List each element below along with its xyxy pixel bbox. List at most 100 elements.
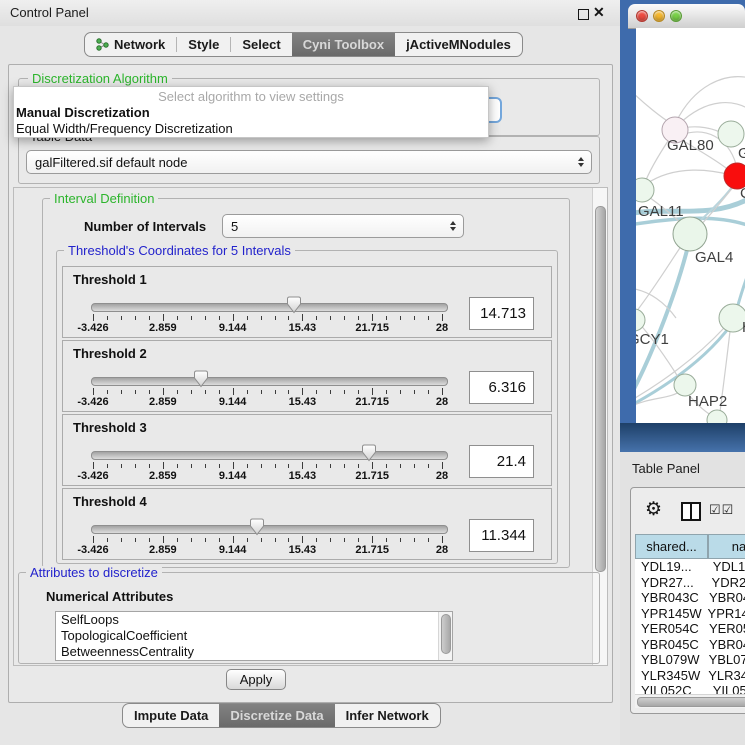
close-icon[interactable]: ✕ xyxy=(593,4,605,21)
table-body[interactable]: YDL19...YDL19...YDR27...YDR27...YBR043CY… xyxy=(635,559,745,694)
table-data-combobox[interactable]: galFiltered.sif default node xyxy=(26,150,592,174)
threshold-value-field[interactable]: 21.4 xyxy=(469,445,534,478)
tab-infer-network[interactable]: Infer Network xyxy=(335,704,440,727)
network-edge[interactable] xyxy=(684,127,720,132)
column-header-shared-name[interactable]: shared... xyxy=(635,534,708,559)
table-row[interactable]: YPR145WYPR145W xyxy=(635,606,745,622)
network-edge[interactable] xyxy=(676,77,745,122)
table-row[interactable]: YER054CYER054C xyxy=(635,621,745,637)
numerical-attributes-list[interactable]: SelfLoopsTopologicalCoefficientBetweenne… xyxy=(55,611,453,661)
cell-shared-name[interactable]: YDR27... xyxy=(635,575,708,591)
table-row[interactable]: YLR345WYLR345W xyxy=(635,668,745,684)
slider-tick xyxy=(107,316,108,320)
slider-track[interactable] xyxy=(91,377,448,386)
tab-impute-data[interactable]: Impute Data xyxy=(123,704,219,727)
cell-shared-name[interactable]: YLR345W xyxy=(635,668,704,684)
minimize-traffic-light[interactable] xyxy=(653,10,665,22)
network-node[interactable] xyxy=(707,410,727,423)
zoom-traffic-light[interactable] xyxy=(670,10,682,22)
network-canvas[interactable]: GAL80GACGAL11GAL4GCY1HHAP2 xyxy=(636,28,745,423)
cell-name[interactable]: YLR345W xyxy=(704,668,745,684)
tab-cyni-toolbox[interactable]: Cyni Toolbox xyxy=(292,33,395,56)
bottom-tabbar: Impute Data Discretize Data Infer Networ… xyxy=(122,703,441,728)
network-edge[interactable] xyxy=(636,88,672,124)
attribute-list-item[interactable]: SelfLoops xyxy=(56,612,452,628)
cell-name[interactable]: YBR043C xyxy=(705,590,745,606)
attribute-list-item[interactable]: BetweennessCentrality xyxy=(56,644,452,660)
table-row[interactable]: YBR043CYBR043C xyxy=(635,590,745,606)
cell-name[interactable]: YDL19... xyxy=(709,559,745,575)
cell-name[interactable]: YBR045C xyxy=(705,637,745,653)
dropdown-item-equal-width[interactable]: Equal Width/Frequency Discretization xyxy=(14,121,488,136)
slider-tick xyxy=(428,538,429,542)
column-header-name[interactable]: name xyxy=(708,534,745,559)
tab-discretize-data[interactable]: Discretize Data xyxy=(219,704,334,727)
slider-tick xyxy=(107,464,108,468)
cell-name[interactable]: YER054C xyxy=(705,621,745,637)
slider-tick xyxy=(400,316,401,320)
cell-shared-name[interactable]: YIL052C xyxy=(635,683,709,694)
list-scrollbar[interactable] xyxy=(438,612,452,660)
gear-icon[interactable]: ⚙ xyxy=(645,498,662,521)
slider-tick-label: 15.43 xyxy=(289,544,317,556)
slider-tick xyxy=(247,464,248,468)
slider-handle[interactable] xyxy=(361,444,377,462)
threshold-value-field[interactable]: 11.344 xyxy=(469,519,534,552)
table-panel: ⚙ ☑☑ shared... name YDL19...YDL19...YDR2… xyxy=(630,487,745,714)
columns-icon[interactable] xyxy=(681,502,701,521)
tab-jactivemnodules[interactable]: jActiveMNodules xyxy=(395,33,522,56)
slider-tick xyxy=(247,538,248,542)
slider-tick xyxy=(121,538,122,542)
cell-shared-name[interactable]: YBR043C xyxy=(635,590,705,606)
slider-tick xyxy=(93,536,94,543)
tab-select[interactable]: Select xyxy=(231,33,291,56)
cell-name[interactable]: YBL079W xyxy=(705,652,745,668)
table-row[interactable]: YDL19...YDL19... xyxy=(635,559,745,575)
dropdown-item-manual-discretization[interactable]: Manual Discretization xyxy=(14,105,488,121)
network-graph[interactable]: GAL80GACGAL11GAL4GCY1HHAP2 xyxy=(636,28,745,423)
number-of-intervals-combobox[interactable]: 5 xyxy=(222,214,464,238)
cell-shared-name[interactable]: YDL19... xyxy=(635,559,709,575)
dropdown-placeholder-item[interactable]: Select algorithm to view settings xyxy=(14,88,488,105)
slider-tick-label: 2.859 xyxy=(149,322,177,334)
horizontal-scrollbar[interactable] xyxy=(635,694,745,708)
table-row[interactable]: YDR27...YDR27... xyxy=(635,575,745,591)
cell-shared-name[interactable]: YPR145W xyxy=(635,606,704,622)
network-edge[interactable] xyxy=(646,170,731,184)
attribute-list-item[interactable]: TopologicalCoefficient xyxy=(56,628,452,644)
tab-style[interactable]: Style xyxy=(177,33,230,56)
slider-handle[interactable] xyxy=(249,518,265,536)
horizontal-scrollbar-thumb[interactable] xyxy=(637,697,745,707)
threshold-value-field[interactable]: 6.316 xyxy=(469,371,534,404)
cell-shared-name[interactable]: YER054C xyxy=(635,621,705,637)
table-row[interactable]: YBL079WYBL079W xyxy=(635,652,745,668)
table-row[interactable]: YBR045CYBR045C xyxy=(635,637,745,653)
slider-tick xyxy=(163,462,164,469)
slider-tick xyxy=(247,316,248,320)
discretization-algorithm-group-label: Discretization Algorithm xyxy=(28,72,172,85)
slider-track[interactable] xyxy=(91,451,448,460)
apply-button[interactable]: Apply xyxy=(226,669,286,690)
threshold-value-field[interactable]: 14.713 xyxy=(469,297,534,330)
close-traffic-light[interactable] xyxy=(636,10,648,22)
slider-tick xyxy=(219,538,220,542)
tab-network[interactable]: Network xyxy=(85,33,176,56)
select-columns-checkboxes-icon[interactable]: ☑☑ xyxy=(709,502,734,518)
cell-name[interactable]: YIL052C xyxy=(709,683,745,694)
vertical-scrollbar-thumb[interactable] xyxy=(595,206,606,572)
slider-handle[interactable] xyxy=(193,370,209,388)
float-window-icon[interactable] xyxy=(578,9,589,20)
slider-track[interactable] xyxy=(91,525,448,534)
network-node-gal4[interactable] xyxy=(673,217,707,251)
network-window-titlebar[interactable] xyxy=(628,4,745,29)
cell-name[interactable]: YPR145W xyxy=(704,606,745,622)
network-node-ga[interactable] xyxy=(718,121,744,147)
cell-shared-name[interactable]: YBR045C xyxy=(635,637,705,653)
cell-name[interactable]: YDR27... xyxy=(708,575,745,591)
list-scrollbar-thumb[interactable] xyxy=(441,614,451,654)
slider-handle[interactable] xyxy=(286,296,302,314)
slider-track[interactable] xyxy=(91,303,448,312)
cell-shared-name[interactable]: YBL079W xyxy=(635,652,705,668)
slider-tick xyxy=(302,388,303,395)
table-row[interactable]: YIL052CYIL052C xyxy=(635,683,745,694)
